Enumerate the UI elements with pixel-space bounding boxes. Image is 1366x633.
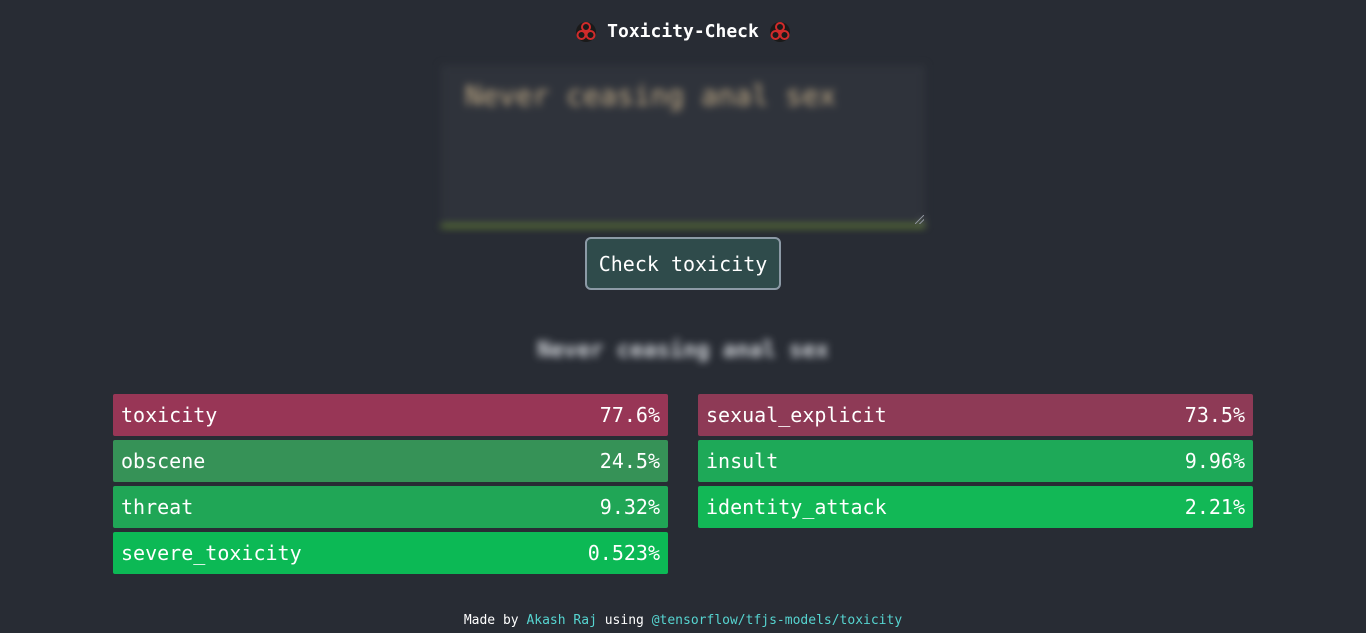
biohazard-icon	[769, 21, 791, 43]
text-input[interactable]	[441, 65, 925, 227]
results-panel: toxicity 77.6% obscene 24.5% threat 9.32…	[113, 394, 1253, 574]
result-label: obscene	[121, 449, 206, 473]
result-row: obscene 24.5%	[113, 440, 668, 482]
result-row: severe_toxicity 0.523%	[113, 532, 668, 574]
footer-made-by: Made by	[463, 613, 519, 628]
analyzed-text: Never ceasing anal sex	[537, 338, 829, 363]
result-row: identity_attack 2.21%	[698, 486, 1253, 528]
result-value: 9.96%	[1184, 449, 1245, 473]
biohazard-icon	[575, 21, 597, 43]
result-value: 9.32%	[599, 495, 660, 519]
page: Toxicity-Check Check toxicity Never ceas…	[0, 0, 1366, 633]
result-value: 24.5%	[599, 449, 660, 473]
result-value: 0.523%	[587, 541, 660, 565]
result-label: toxicity	[121, 403, 218, 427]
result-value: 2.21%	[1184, 495, 1245, 519]
library-link[interactable]: @tensorflow/tfjs-models/toxicity	[652, 613, 902, 628]
result-row: toxicity 77.6%	[113, 394, 668, 436]
result-value: 77.6%	[599, 403, 660, 427]
result-label: sexual_explicit	[706, 403, 887, 427]
footer: Made by Akash Raj using @tensorflow/tfjs…	[0, 613, 1366, 628]
text-input-container	[441, 65, 925, 227]
result-label: insult	[706, 449, 779, 473]
app-header: Toxicity-Check	[0, 19, 1366, 45]
result-row: insult 9.96%	[698, 440, 1253, 482]
result-row: sexual_explicit 73.5%	[698, 394, 1253, 436]
author-link[interactable]: Akash Raj	[526, 613, 596, 628]
result-label: identity_attack	[706, 495, 887, 519]
result-label: severe_toxicity	[121, 541, 302, 565]
results-column-left: toxicity 77.6% obscene 24.5% threat 9.32…	[113, 394, 668, 574]
resize-handle-icon[interactable]	[915, 215, 924, 224]
result-label: threat	[121, 495, 194, 519]
result-row: threat 9.32%	[113, 486, 668, 528]
results-column-right: sexual_explicit 73.5% insult 9.96% ident…	[698, 394, 1253, 574]
footer-using: using	[604, 613, 644, 628]
page-title: Toxicity-Check	[607, 21, 759, 42]
result-value: 73.5%	[1184, 403, 1245, 427]
check-toxicity-button[interactable]: Check toxicity	[585, 237, 781, 290]
